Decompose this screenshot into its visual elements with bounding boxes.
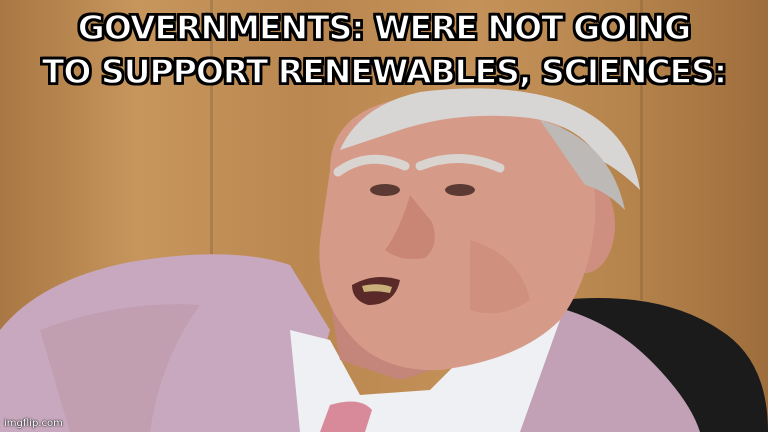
caption-line-2: TO SUPPORT RENEWABLES, SCIENCES: [41,51,728,91]
meme-caption: GOVERNMENTS: WERE NOT GOING TO SUPPORT R… [0,6,768,94]
eye [370,184,400,196]
caption-line-1: GOVERNMENTS: WERE NOT GOING [77,7,692,47]
meme-image: GOVERNMENTS: WERE NOT GOING TO SUPPORT R… [0,0,768,432]
eye [445,184,475,196]
imgflip-watermark: imgflip.com [4,418,63,429]
